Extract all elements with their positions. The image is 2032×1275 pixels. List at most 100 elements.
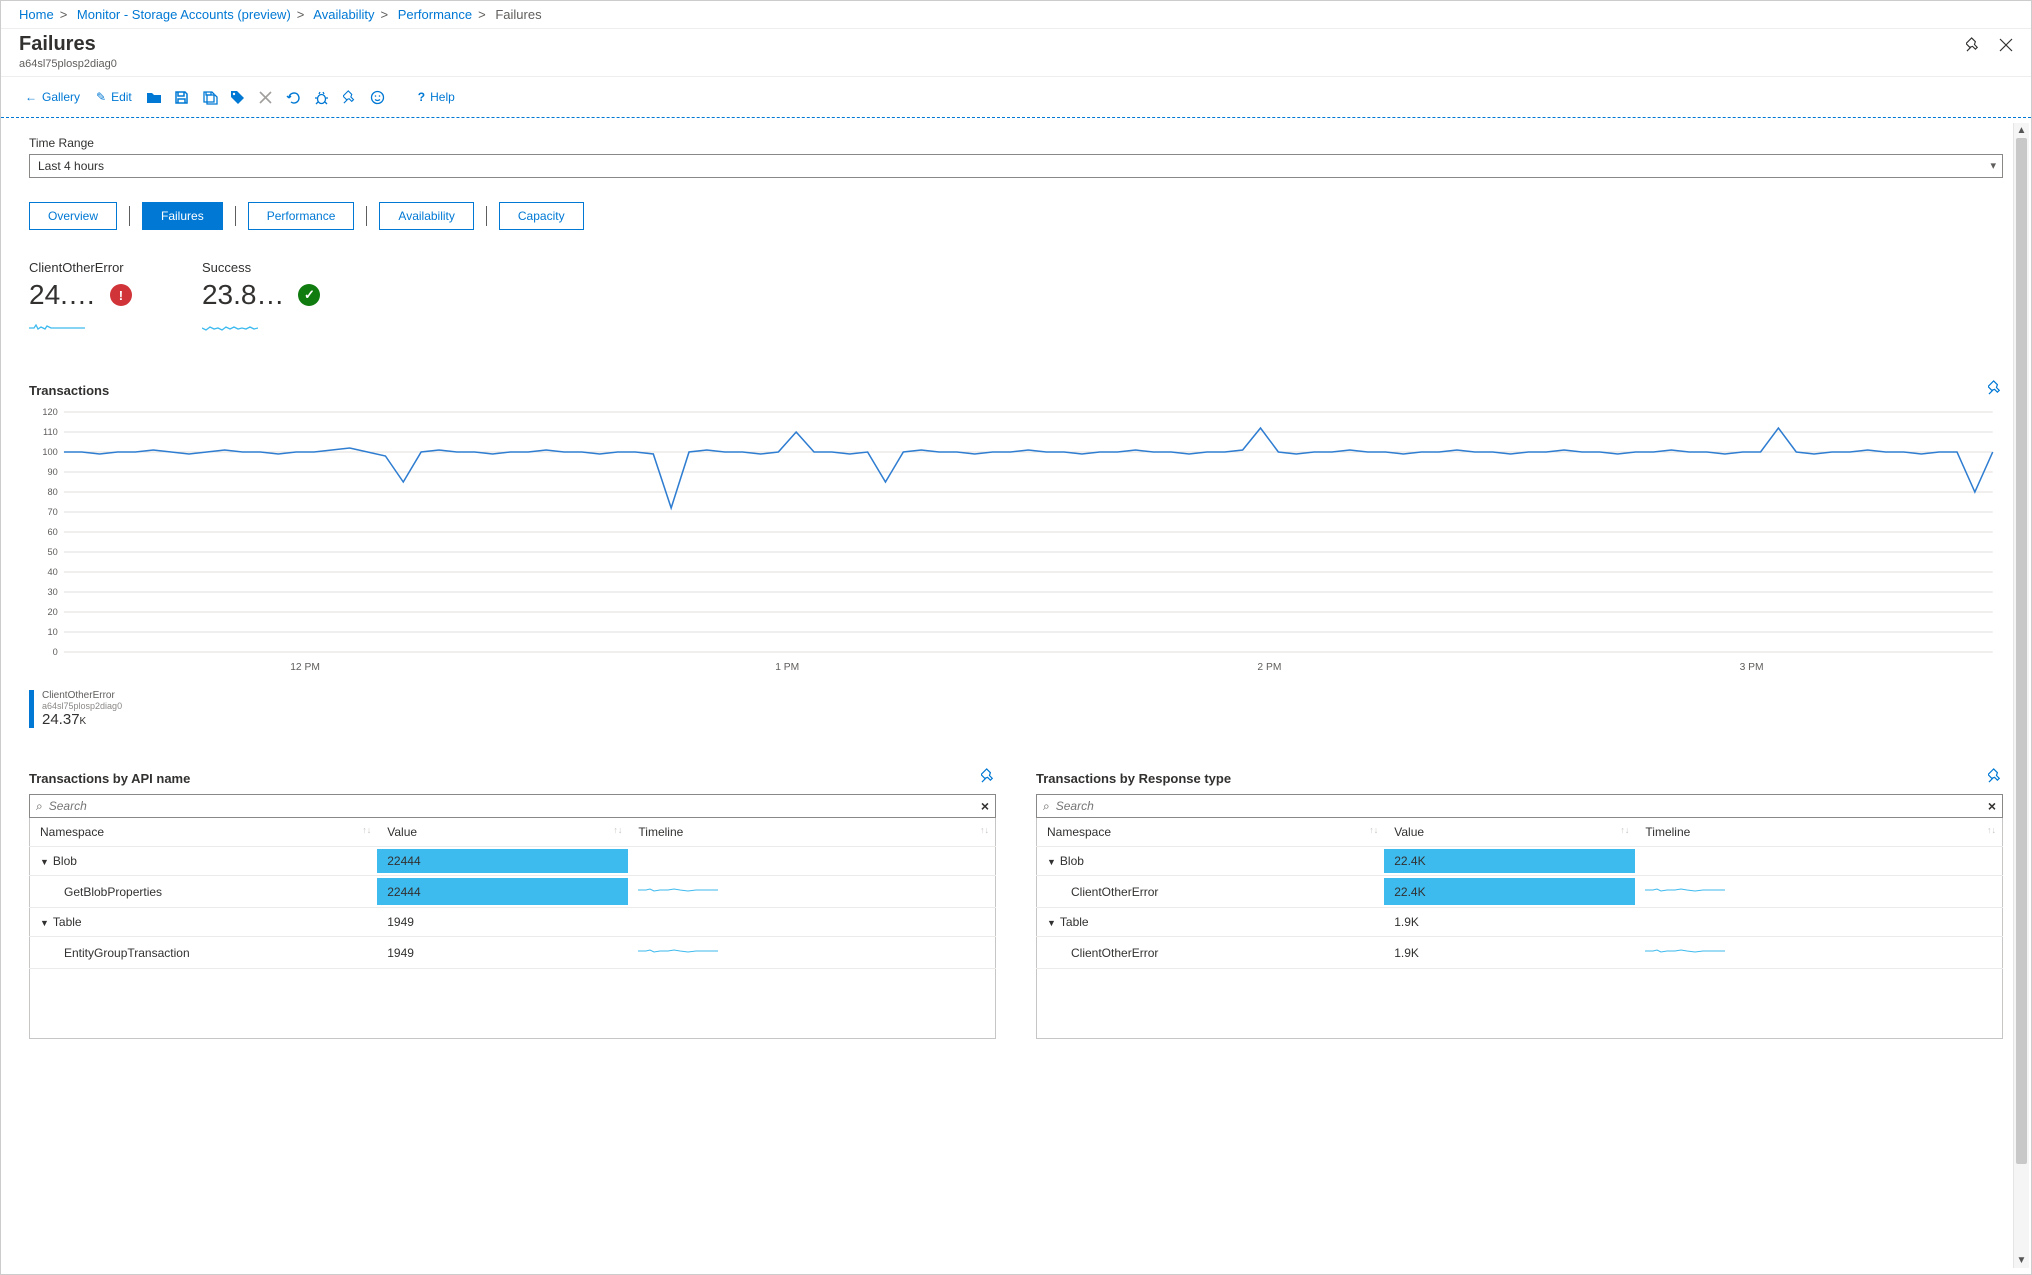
- open-icon[interactable]: [142, 85, 166, 109]
- table-row[interactable]: ▼Table1949: [30, 908, 996, 937]
- transactions-chart-svg: 010203040506070809010011012012 PM1 PM2 P…: [29, 406, 2003, 676]
- bug-icon[interactable]: [310, 85, 334, 109]
- time-range-value: Last 4 hours: [38, 159, 104, 173]
- row-value: 22444: [377, 876, 628, 908]
- status-badge-error: !: [110, 284, 132, 306]
- col-header[interactable]: Namespace↑↓: [30, 818, 378, 847]
- scroll-thumb[interactable]: [2016, 138, 2027, 1164]
- filter-row: Time Range Last 4 hours: [29, 136, 2003, 178]
- edit-button[interactable]: ✎ Edit: [90, 90, 138, 104]
- scroll-track[interactable]: [2014, 138, 2029, 1253]
- pin-table-icon[interactable]: [1988, 768, 2003, 788]
- metric-value: 24.…: [29, 279, 96, 311]
- row-label: ClientOtherError: [1037, 937, 1385, 969]
- table-row[interactable]: GetBlobProperties22444: [30, 876, 996, 908]
- col-header[interactable]: Value↑↓: [377, 818, 628, 847]
- undo-icon[interactable]: [282, 85, 306, 109]
- row-label: ▼Table: [1037, 908, 1385, 937]
- row-sparkline: [1645, 944, 1725, 958]
- row-timeline: [1635, 876, 2002, 908]
- table-row[interactable]: ClientOtherError22.4K: [1037, 876, 2003, 908]
- svg-text:70: 70: [48, 507, 58, 517]
- save-icon[interactable]: [170, 85, 194, 109]
- search-api[interactable]: ⌕ ×: [29, 794, 996, 818]
- col-header[interactable]: Namespace↑↓: [1037, 818, 1385, 847]
- help-button[interactable]: ? Help: [412, 90, 461, 104]
- status-badge-success: ✓: [298, 284, 320, 306]
- title-row: Failures a64sl75plosp2diag0: [1, 29, 2031, 76]
- scrollbar[interactable]: ▲ ▼: [2013, 123, 2029, 1268]
- table-row[interactable]: ClientOtherError1.9K: [1037, 937, 2003, 969]
- breadcrumb-link-monitor[interactable]: Monitor - Storage Accounts (preview): [77, 7, 291, 22]
- page-subtitle: a64sl75plosp2diag0: [19, 58, 117, 70]
- breadcrumb-link-performance[interactable]: Performance: [398, 7, 472, 22]
- clear-search-icon[interactable]: ×: [1988, 798, 1996, 814]
- row-sparkline: [1645, 883, 1725, 897]
- pencil-icon: ✎: [96, 90, 106, 104]
- clear-search-icon[interactable]: ×: [981, 798, 989, 814]
- metric-card-clientothererror[interactable]: ClientOtherError 24.… !: [29, 260, 132, 340]
- caret-down-icon: ▼: [1047, 918, 1056, 928]
- row-value: 1.9K: [1384, 937, 1635, 969]
- back-arrow-icon: ←: [25, 90, 37, 104]
- svg-text:3 PM: 3 PM: [1740, 662, 1764, 673]
- legend-series-source: a64sl75plosp2diag0: [42, 701, 122, 711]
- col-header[interactable]: Timeline↑↓: [1635, 818, 2002, 847]
- search-response[interactable]: ⌕ ×: [1036, 794, 2003, 818]
- caret-down-icon: ▼: [40, 857, 49, 867]
- tab-availability[interactable]: Availability: [379, 202, 473, 230]
- row-timeline: [1635, 908, 2002, 937]
- metric-label: ClientOtherError: [29, 260, 132, 275]
- pin-icon[interactable]: [1966, 37, 1981, 56]
- pin-small-icon[interactable]: [338, 85, 362, 109]
- response-data-table: Namespace↑↓Value↑↓Timeline↑↓▼Blob22.4KCl…: [1036, 818, 2003, 1039]
- col-header[interactable]: Value↑↓: [1384, 818, 1635, 847]
- breadcrumb-link-availability[interactable]: Availability: [313, 7, 374, 22]
- row-value: 1949: [377, 937, 628, 969]
- tab-performance[interactable]: Performance: [248, 202, 355, 230]
- row-timeline: [628, 876, 995, 908]
- svg-text:40: 40: [48, 567, 58, 577]
- row-timeline: [628, 937, 995, 969]
- tab-capacity[interactable]: Capacity: [499, 202, 584, 230]
- table-api: Transactions by API name ⌕ × Namespace↑↓…: [29, 768, 996, 1039]
- sparkline: [29, 319, 85, 337]
- col-header[interactable]: Timeline↑↓: [628, 818, 995, 847]
- legend-series-name: ClientOtherError: [42, 690, 122, 701]
- tab-failures[interactable]: Failures: [142, 202, 223, 230]
- api-data-table: Namespace↑↓Value↑↓Timeline↑↓▼Blob22444Ge…: [29, 818, 996, 1039]
- smile-icon[interactable]: [366, 85, 390, 109]
- time-range-select[interactable]: Last 4 hours: [29, 154, 2003, 178]
- close-icon[interactable]: [1999, 38, 2013, 56]
- table-row[interactable]: ▼Blob22.4K: [1037, 847, 2003, 876]
- search-api-input[interactable]: [49, 799, 981, 813]
- metric-card-success[interactable]: Success 23.8… ✓: [202, 260, 321, 340]
- svg-text:100: 100: [42, 447, 57, 457]
- search-icon: ⌕: [36, 799, 43, 814]
- row-sparkline: [638, 883, 718, 897]
- search-response-input[interactable]: [1056, 799, 1988, 813]
- svg-text:10: 10: [48, 627, 58, 637]
- gallery-button[interactable]: ← Gallery: [19, 90, 86, 104]
- transactions-chart[interactable]: 010203040506070809010011012012 PM1 PM2 P…: [29, 406, 2003, 676]
- save-as-icon[interactable]: [198, 85, 222, 109]
- tab-sep: [366, 206, 367, 226]
- tag-icon[interactable]: [226, 85, 250, 109]
- metrics-row: ClientOtherError 24.… ! Success 23.8… ✓: [29, 260, 2003, 340]
- breadcrumb-link-home[interactable]: Home: [19, 7, 54, 22]
- scroll-down-icon[interactable]: ▼: [2017, 1253, 2027, 1268]
- tab-overview[interactable]: Overview: [29, 202, 117, 230]
- content: Time Range Last 4 hours Overview Failure…: [1, 118, 2031, 1274]
- table-row[interactable]: ▼Blob22444: [30, 847, 996, 876]
- search-icon: ⌕: [1043, 799, 1050, 814]
- edit-label: Edit: [111, 90, 132, 104]
- svg-text:120: 120: [42, 407, 57, 417]
- row-value: 22444: [377, 847, 628, 876]
- pin-chart-icon[interactable]: [1988, 380, 2003, 400]
- scroll-up-icon[interactable]: ▲: [2017, 123, 2027, 138]
- page-title: Failures: [19, 33, 117, 56]
- table-row[interactable]: EntityGroupTransaction1949: [30, 937, 996, 969]
- table-response: Transactions by Response type ⌕ × Namesp…: [1036, 768, 2003, 1039]
- pin-table-icon[interactable]: [981, 768, 996, 788]
- table-row[interactable]: ▼Table1.9K: [1037, 908, 2003, 937]
